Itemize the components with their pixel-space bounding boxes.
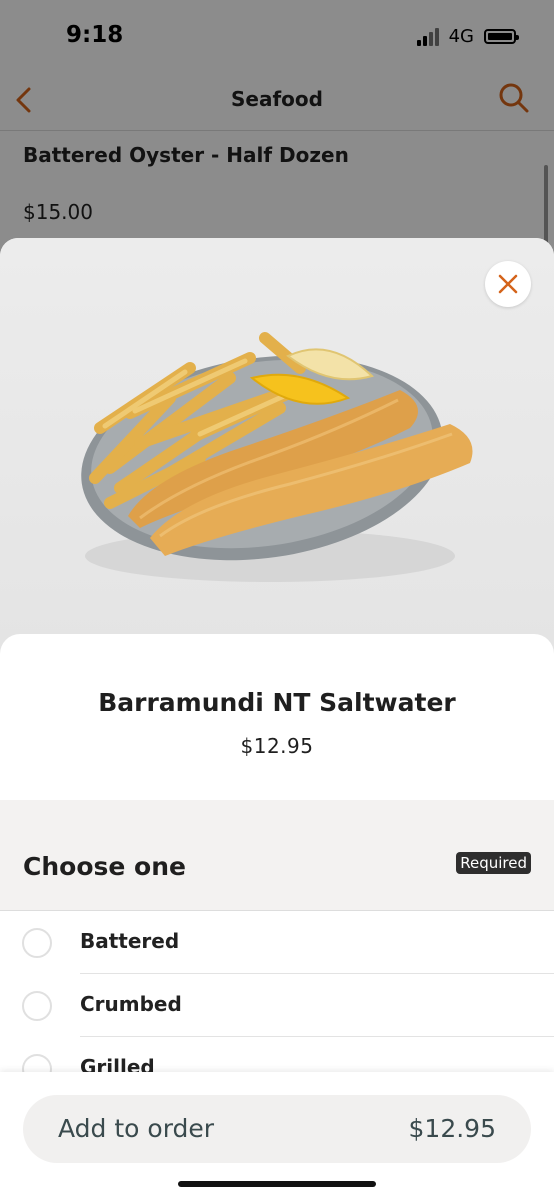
close-button[interactable] — [485, 261, 531, 307]
choose-one-header: Choose one Required — [0, 800, 554, 911]
fish-and-chips-image — [81, 332, 473, 582]
radio-button[interactable] — [22, 991, 52, 1021]
option-label: Crumbed — [80, 992, 182, 1016]
item-title: Barramundi NT Saltwater — [98, 688, 456, 717]
option-crumbed[interactable]: Crumbed — [0, 974, 554, 1037]
item-info: Barramundi NT Saltwater $12.95 — [0, 634, 554, 804]
item-price: $12.95 — [240, 734, 314, 758]
item-detail-sheet: Barramundi NT Saltwater $12.95 Choose on… — [0, 238, 554, 1200]
close-icon — [498, 274, 518, 294]
required-badge: Required — [456, 852, 531, 874]
food-image — [0, 238, 554, 658]
home-indicator[interactable] — [178, 1181, 376, 1187]
add-to-order-button[interactable]: Add to order $12.95 — [23, 1095, 531, 1163]
choose-one-label: Choose one — [23, 852, 186, 881]
radio-button[interactable] — [22, 928, 52, 958]
order-total-price: $12.95 — [408, 1114, 496, 1143]
option-battered[interactable]: Battered — [0, 911, 554, 974]
option-label: Battered — [80, 929, 180, 953]
add-to-order-label: Add to order — [58, 1114, 215, 1143]
